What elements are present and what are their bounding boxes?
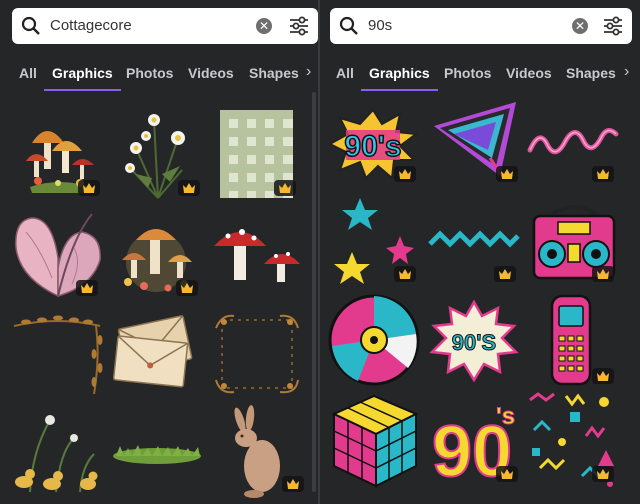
tab-videos[interactable]: Videos bbox=[188, 65, 234, 81]
90s-badge-label: 90'S bbox=[452, 330, 496, 355]
tab-graphics[interactable]: Graphics bbox=[44, 65, 121, 91]
crown-icon bbox=[494, 266, 516, 282]
crown-icon bbox=[394, 166, 416, 182]
graphic-rubiks-cube[interactable] bbox=[330, 394, 420, 488]
graphic-cd-disc[interactable] bbox=[328, 294, 420, 386]
crown-icon bbox=[592, 266, 614, 282]
search-bar[interactable]: Cottagecore ✕ bbox=[12, 8, 318, 44]
graphic-teal-zigzag[interactable] bbox=[428, 228, 520, 252]
crown-icon bbox=[76, 280, 98, 296]
crown-icon bbox=[496, 166, 518, 182]
crown-icon bbox=[592, 466, 614, 482]
tab-videos[interactable]: Videos bbox=[506, 65, 552, 81]
crown-icon bbox=[394, 266, 416, 282]
cottagecore-panel: Cottagecore ✕ All Graphics Photos Videos… bbox=[0, 0, 318, 504]
search-input[interactable]: Cottagecore bbox=[50, 17, 132, 34]
graphic-leaf-vine-frame[interactable] bbox=[12, 312, 104, 396]
crown-icon bbox=[176, 280, 198, 296]
search-icon[interactable] bbox=[339, 16, 359, 36]
tab-photos[interactable]: Photos bbox=[444, 65, 491, 81]
tab-shapes[interactable]: Shapes bbox=[566, 65, 616, 81]
search-icon[interactable] bbox=[21, 16, 41, 36]
90s-panel: 90s ✕ All Graphics Photos Videos Shapes … bbox=[320, 0, 640, 504]
graphic-90s-badge[interactable]: 90'S bbox=[429, 299, 519, 383]
90s-burst-label: 90's bbox=[344, 130, 401, 163]
crown-icon bbox=[274, 180, 296, 196]
chevron-right-icon[interactable]: › bbox=[306, 63, 311, 81]
graphic-grass-patch[interactable] bbox=[112, 442, 202, 466]
crown-icon bbox=[592, 368, 614, 384]
search-bar[interactable]: 90s ✕ bbox=[330, 8, 632, 44]
graphic-floral-frame[interactable] bbox=[212, 310, 302, 398]
chevron-right-icon[interactable]: › bbox=[624, 63, 629, 81]
clear-icon[interactable]: ✕ bbox=[256, 18, 272, 34]
crown-icon bbox=[592, 166, 614, 182]
tab-graphics[interactable]: Graphics bbox=[361, 65, 438, 91]
crown-icon bbox=[496, 466, 518, 482]
tab-photos[interactable]: Photos bbox=[126, 65, 173, 81]
graphic-bunny[interactable] bbox=[232, 405, 282, 498]
scrollbar[interactable] bbox=[312, 92, 316, 492]
tab-all[interactable]: All bbox=[336, 65, 354, 81]
filter-icon[interactable] bbox=[288, 15, 310, 37]
crown-icon bbox=[78, 180, 100, 196]
90s-yellow-sup: 's bbox=[496, 403, 515, 430]
graphic-ducklings-flowers[interactable] bbox=[10, 412, 102, 493]
filter-icon[interactable] bbox=[602, 15, 624, 37]
tab-shapes[interactable]: Shapes bbox=[249, 65, 299, 81]
graphic-envelopes[interactable] bbox=[110, 315, 202, 388]
clear-icon[interactable]: ✕ bbox=[572, 18, 588, 34]
graphic-red-mushrooms[interactable] bbox=[212, 224, 302, 284]
crown-icon bbox=[178, 180, 200, 196]
category-tabs: All Graphics Photos Videos Shapes › bbox=[320, 62, 640, 92]
category-tabs: All Graphics Photos Videos Shapes › bbox=[0, 62, 318, 92]
graphic-retro-phone[interactable] bbox=[548, 294, 594, 386]
graphic-pink-squiggle[interactable] bbox=[526, 120, 619, 160]
crown-icon bbox=[282, 476, 304, 492]
tab-all[interactable]: All bbox=[19, 65, 37, 81]
search-input[interactable]: 90s bbox=[368, 17, 392, 34]
